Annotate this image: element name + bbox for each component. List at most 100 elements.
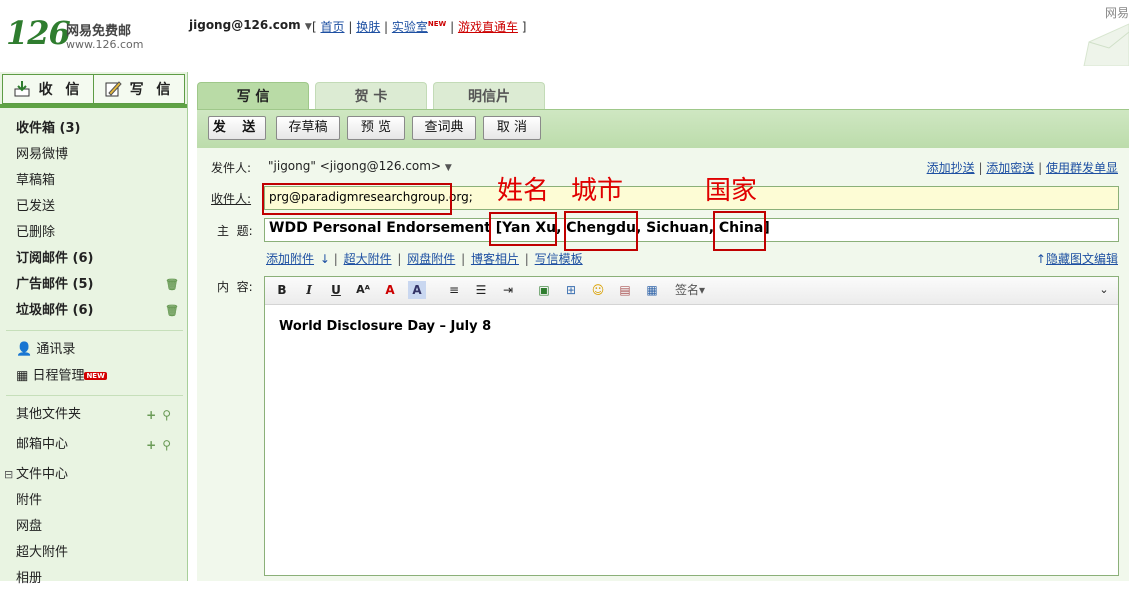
new-badge: NEW [84, 372, 107, 380]
sidebar-item-deleted[interactable]: 已删除 [0, 220, 187, 246]
add-cc-link[interactable]: 添加抄送 [927, 161, 975, 175]
sidebar-item-spam[interactable]: 垃圾邮件 (6) 🗑 [0, 298, 187, 324]
bold-icon[interactable]: B [273, 281, 291, 299]
sidebar-separator [6, 330, 183, 331]
sidebar-divider-bar [0, 104, 187, 108]
message-body[interactable]: World Disclosure Day – July 8 [279, 319, 491, 334]
logo-number: 126 [6, 14, 71, 52]
trash-icon[interactable]: 🗑 [165, 298, 179, 324]
receive-label: 收 信 [38, 82, 84, 98]
underline-icon[interactable]: U [327, 281, 345, 299]
folder-list: 收件箱 (3) 网易微博 草稿箱 已发送 已删除 订阅邮件 (6) 广告邮件 (… [0, 116, 187, 592]
add-bcc-link[interactable]: 添加密送 [986, 161, 1034, 175]
annotation-box-country [713, 211, 766, 251]
download-arrow-icon[interactable]: ↓ [320, 252, 330, 266]
write-button[interactable]: 写 信 [93, 75, 184, 103]
to-label-link[interactable]: 收件人: [211, 190, 251, 207]
save-draft-button[interactable]: 存草稿 [276, 116, 340, 140]
hide-editor-toggle[interactable]: ↑隐藏图文编辑 [1036, 250, 1118, 267]
annotation-box-city [564, 211, 638, 251]
sidebar-item-netdisk[interactable]: 网盘 [0, 514, 187, 540]
annotation-label-country: 国家 [705, 176, 758, 206]
tab-write[interactable]: 写 信 [197, 82, 309, 111]
subject-field[interactable]: WDD Personal Endorsement [Yan Xu, Chengd… [264, 218, 1119, 242]
sidebar-item-file-center[interactable]: ⊟ 文件中心 [0, 462, 187, 488]
separate-send-link[interactable]: 使用群发单显 [1046, 161, 1118, 175]
file-center-label: 文件中心 [16, 467, 69, 482]
insert-link-icon[interactable]: ⊞ [562, 281, 580, 299]
chevron-down-icon: ▼ [444, 163, 452, 173]
font-size-icon[interactable]: Aᴬ [354, 281, 372, 299]
arrow-up-icon: ↑ [1035, 252, 1046, 266]
brand-text: 网易 [1104, 6, 1129, 20]
tab-postcard[interactable]: 明信片 [433, 82, 545, 111]
sidebar-item-subscriptions[interactable]: 订阅邮件 (6) [0, 246, 187, 272]
tab-greeting-card[interactable]: 贺 卡 [315, 82, 427, 111]
insert-image-icon[interactable]: ▣ [535, 281, 553, 299]
folder-label: 订阅邮件 (6) [16, 251, 94, 266]
annotation-box-name [489, 212, 557, 246]
file-item-label: 附件 [16, 493, 43, 508]
trash-icon[interactable]: 🗑 [165, 272, 179, 298]
receive-button[interactable]: 收 信 [3, 75, 93, 103]
sidebar-item-calendar[interactable]: ▦ 日程管理 NEW [0, 363, 187, 389]
sidebar-item-other-folders[interactable]: 其他文件夹 +⚲ [0, 402, 187, 428]
calendar-insert-icon[interactable]: ▦ [643, 281, 661, 299]
folder-label: 垃圾邮件 (6) [16, 303, 94, 318]
folder-label: 网易微博 [16, 147, 69, 162]
sidebar-item-inbox[interactable]: 收件箱 (3) [0, 116, 187, 142]
indent-icon[interactable]: ⇥ [499, 281, 517, 299]
letter-template-link[interactable]: 写信模板 [535, 252, 583, 266]
align-icon[interactable]: ≡ [445, 281, 463, 299]
signature-label: 签名 [675, 283, 700, 297]
highlight-icon[interactable]: A [408, 281, 426, 299]
sidebar-item-sent[interactable]: 已发送 [0, 194, 187, 220]
editor-toolbar: B I U Aᴬ A A ≡ ☰ ⇥ ▣ ⊞ ☺ ▤ ▦ 签名▾ ⌄ [265, 277, 1118, 305]
lab-link[interactable]: 实验室 [392, 20, 428, 34]
list-icon[interactable]: ☰ [472, 281, 490, 299]
hide-editor-link[interactable]: 隐藏图文编辑 [1046, 252, 1118, 266]
font-color-icon[interactable]: A [381, 281, 399, 299]
sidebar-item-album[interactable]: 相册 [0, 566, 187, 592]
home-link[interactable]: 首页 [321, 20, 345, 34]
sidebar-item-large-attachments[interactable]: 超大附件 [0, 540, 187, 566]
header: 126 网易免费邮 www.126.com jigong@126.com ▼ [… [0, 0, 1129, 66]
folder-label: 收件箱 (3) [16, 121, 81, 136]
add-folder-icon[interactable]: +⚲ [146, 432, 177, 458]
sidebar-item-ads[interactable]: 广告邮件 (5) 🗑 [0, 272, 187, 298]
sidebar-item-attachments[interactable]: 附件 [0, 488, 187, 514]
file-item-label: 超大附件 [16, 545, 69, 560]
top-links: [ 首页 | 换肤 | 实验室NEW | 游戏直通车 ] [312, 20, 527, 34]
logo-url: www.126.com [66, 38, 144, 51]
logo[interactable]: 126 网易免费邮 www.126.com [6, 14, 143, 52]
inbox-download-icon [13, 80, 31, 98]
folder-label: 草稿箱 [16, 173, 56, 188]
subject-label: 主 题: [217, 224, 253, 238]
games-link[interactable]: 游戏直通车 [458, 20, 518, 34]
expand-toolbar-icon[interactable]: ⌄ [1095, 281, 1113, 299]
recipient-options: 添加抄送 | 添加密送 | 使用群发单显 [926, 161, 1118, 175]
collapse-icon[interactable]: ⊟ [4, 462, 13, 488]
add-attachment-link[interactable]: 添加附件 [266, 252, 314, 266]
send-button[interactable]: 发 送 [208, 116, 266, 140]
preview-button[interactable]: 预 览 [347, 116, 405, 140]
sidebar: 收 信 写 信 收件箱 (3) 网易微博 草稿箱 已发送 已删除 订阅邮件 (6… [0, 72, 188, 586]
sidebar-item-weibo[interactable]: 网易微博 [0, 142, 187, 168]
skin-link[interactable]: 换肤 [356, 20, 380, 34]
stationery-icon[interactable]: ▤ [616, 281, 634, 299]
annotation-box-recipient [262, 183, 452, 215]
signature-dropdown[interactable]: 签名▾ [675, 281, 705, 299]
add-folder-icon[interactable]: +⚲ [146, 402, 177, 428]
dictionary-button[interactable]: 查词典 [412, 116, 476, 140]
cancel-button[interactable]: 取 消 [483, 116, 541, 140]
netdisk-attachment-link[interactable]: 网盘附件 [407, 252, 455, 266]
sidebar-item-contacts[interactable]: 👤 通讯录 [0, 337, 187, 363]
large-attachment-link[interactable]: 超大附件 [344, 252, 392, 266]
sender-select[interactable]: "jigong" <jigong@126.com> ▼ [268, 159, 452, 173]
italic-icon[interactable]: I [300, 281, 318, 299]
sidebar-item-mailbox-center[interactable]: 邮箱中心 +⚲ [0, 432, 187, 458]
user-account-menu[interactable]: jigong@126.com ▼ [189, 18, 312, 32]
sidebar-item-drafts[interactable]: 草稿箱 [0, 168, 187, 194]
emoji-icon[interactable]: ☺ [589, 281, 607, 299]
blog-photo-link[interactable]: 博客相片 [471, 252, 519, 266]
